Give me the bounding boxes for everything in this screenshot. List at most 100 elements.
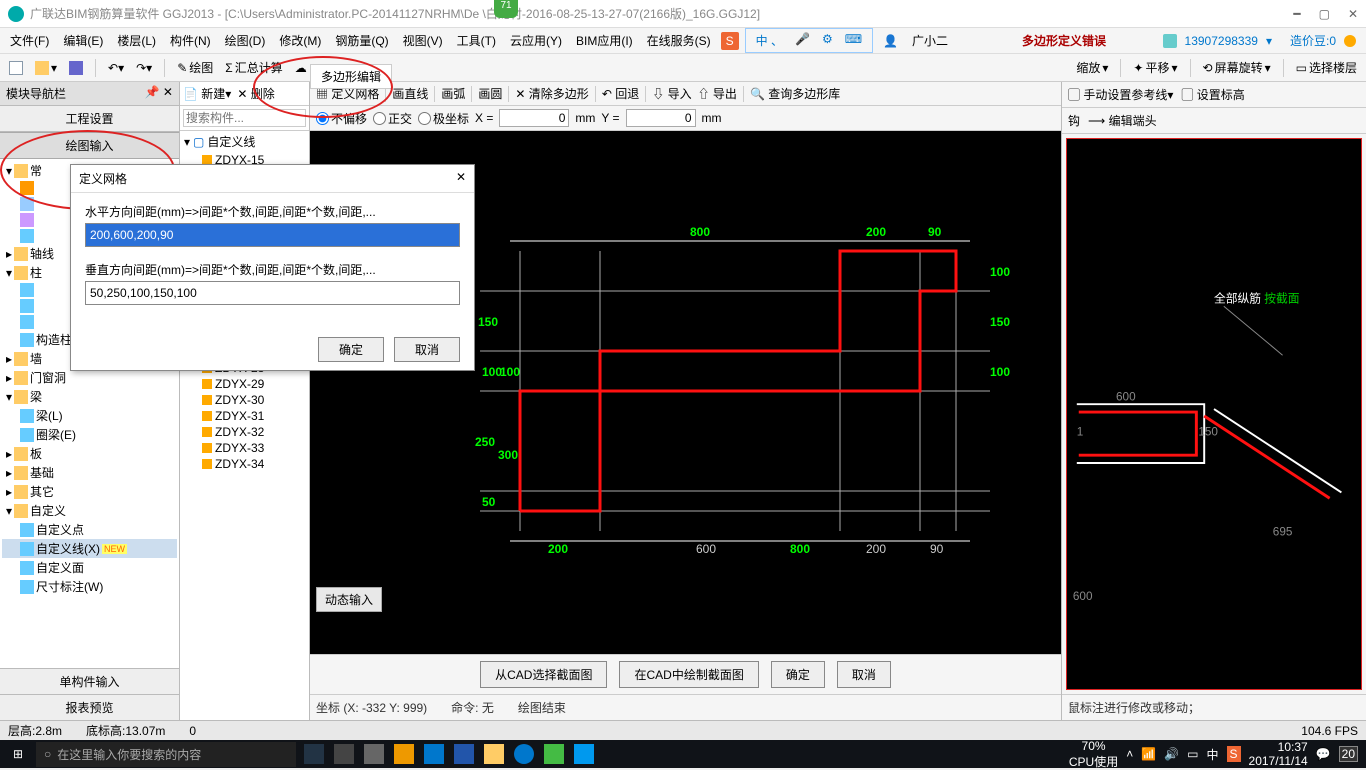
tab-draw-input[interactable]: 绘图输入 [0, 132, 179, 159]
hook-button[interactable]: 钩 [1068, 112, 1080, 129]
draw-button[interactable]: ✎ 绘图 [174, 58, 216, 77]
action-center-icon[interactable]: 💬 [1316, 747, 1331, 761]
rotate-button[interactable]: ⟲ 屏幕旋转▾ [1200, 58, 1274, 77]
menu-edit[interactable]: 编辑(E) [59, 30, 107, 51]
menu-view[interactable]: 视图(V) [399, 30, 447, 51]
list-item: ZDYX-34 [180, 456, 309, 472]
taskbar: ⊞ ○ 在这里输入你要搜索的内容 70% CPU使用 ˄ 📶 🔊 ▭ 中 S 1… [0, 740, 1366, 768]
svg-text:200: 200 [548, 542, 568, 556]
maximize-button[interactable]: ▢ [1319, 7, 1330, 21]
ime-badge-icon: S [721, 32, 739, 50]
task-view-icon[interactable] [304, 744, 324, 764]
taskbar-app-icon[interactable] [334, 744, 354, 764]
manual-ref-button[interactable]: ▢ 手动设置参考线▾ [1068, 86, 1173, 103]
clock-time: 10:37 [1249, 740, 1308, 754]
section-canvas[interactable]: 全部纵筋 按截面 600 150 695 1 600 [1066, 138, 1362, 690]
cad-select-button[interactable]: 从CAD选择截面图 [480, 661, 607, 688]
taskbar-app-icon[interactable] [394, 744, 414, 764]
search-input[interactable] [183, 109, 306, 127]
network-icon[interactable]: 📶 [1141, 747, 1156, 761]
draw-end-readout: 绘图结束 [518, 699, 566, 716]
cloud-button[interactable]: ☁ [292, 60, 310, 76]
draw-circle-button[interactable]: 画圆 [478, 85, 502, 102]
new-component-button[interactable]: 📄 新建▾ [183, 85, 231, 102]
tree-custom-line[interactable]: 自定义线(X)NEW [2, 539, 177, 558]
close-button[interactable]: ✕ [1348, 7, 1358, 21]
svg-text:600: 600 [1116, 390, 1136, 403]
dynamic-input-button[interactable]: 动态输入 [316, 587, 382, 612]
menu-rebar[interactable]: 钢筋量(Q) [331, 30, 392, 51]
menu-modify[interactable]: 修改(M) [275, 30, 325, 51]
svg-text:100: 100 [990, 365, 1010, 379]
taskbar-app-icon[interactable] [364, 744, 384, 764]
tray-icon[interactable]: ▭ [1187, 747, 1198, 761]
back-button[interactable]: ↶ 回退 [602, 85, 639, 102]
y-input[interactable] [626, 109, 696, 127]
volume-icon[interactable]: 🔊 [1164, 747, 1179, 761]
taskbar-app-icon[interactable] [574, 744, 594, 764]
ie-icon[interactable] [514, 744, 534, 764]
set-elev-button[interactable]: ▢ 设置标高 [1181, 86, 1244, 103]
edge-icon[interactable] [424, 744, 444, 764]
undo-button[interactable]: ↶▾ [105, 60, 127, 76]
draw-arc-button[interactable]: 画弧 [441, 85, 465, 102]
menu-floor[interactable]: 楼层(L) [113, 30, 160, 51]
store-icon[interactable] [454, 744, 474, 764]
save-button[interactable] [66, 60, 86, 76]
polar-radio[interactable]: 极坐标 [418, 110, 469, 127]
svg-text:50: 50 [482, 495, 496, 509]
tray-chevron-icon[interactable]: ˄ [1126, 747, 1133, 761]
system-tray[interactable]: 70% CPU使用 ˄ 📶 🔊 ▭ 中 S 10:37 2017/11/14 💬… [1061, 739, 1366, 770]
edit-end-button[interactable]: ⟶ 编辑端头 [1088, 112, 1157, 129]
ok-button[interactable]: 确定 [771, 661, 825, 688]
menu-tools[interactable]: 工具(T) [453, 30, 500, 51]
zoom-button[interactable]: 缩放▾ [1073, 58, 1111, 77]
clear-polygon-button[interactable]: ✕ 清除多边形 [515, 85, 588, 102]
x-input[interactable] [499, 109, 569, 127]
cancel-button[interactable]: 取消 [837, 661, 891, 688]
menu-online[interactable]: 在线服务(S) [643, 30, 715, 51]
ime-bar[interactable]: 中 、🎤⚙⌨ [745, 28, 873, 53]
export-button[interactable]: ⇧ 导出 [698, 85, 737, 102]
menu-bim[interactable]: BIM应用(I) [572, 30, 637, 51]
menu-draw[interactable]: 绘图(D) [221, 30, 270, 51]
taskbar-search[interactable]: ○ 在这里输入你要搜索的内容 [36, 742, 296, 767]
status-zero: 0 [189, 724, 196, 738]
dialog-cancel-button[interactable]: 取消 [394, 337, 460, 362]
import-button[interactable]: ⇩ 导入 [652, 85, 691, 102]
delete-component-button[interactable]: ✕ 删除 [237, 85, 274, 102]
pan-button[interactable]: ✦ 平移▾ [1130, 58, 1180, 77]
status-base-elev: 底标高:13.07m [86, 722, 165, 739]
menu-component[interactable]: 构件(N) [166, 30, 215, 51]
ime-zh-icon[interactable]: 中 [1206, 746, 1218, 763]
tab-project-settings[interactable]: 工程设置 [0, 106, 179, 132]
explorer-icon[interactable] [484, 744, 504, 764]
svg-text:800: 800 [790, 542, 810, 556]
redo-button[interactable]: ↷▾ [133, 60, 155, 76]
start-button[interactable]: ⊞ [0, 747, 36, 761]
nav-pin-icon[interactable]: 📌 ✕ [145, 85, 173, 102]
new-file-button[interactable] [6, 60, 26, 76]
sogou-tray-icon[interactable]: S [1227, 746, 1241, 762]
sum-calc-button[interactable]: Σ 汇总计算 [222, 58, 285, 77]
menu-cloud[interactable]: 云应用(Y) [506, 30, 566, 51]
dialog-close-button[interactable]: ✕ [456, 170, 466, 187]
horiz-input[interactable] [85, 223, 460, 247]
define-grid-dialog: 定义网格 ✕ 水平方向间距(mm)=>间距*个数,间距,间距*个数,间距,...… [70, 164, 475, 371]
select-floor-button[interactable]: ▭ 选择楼层 [1293, 58, 1360, 77]
taskbar-app-icon[interactable] [544, 744, 564, 764]
no-offset-radio[interactable]: 不偏移 [316, 110, 367, 127]
tab-report[interactable]: 报表预览 [0, 694, 179, 720]
minimize-button[interactable]: ━ [1293, 7, 1300, 21]
cad-draw-button[interactable]: 在CAD中绘制截面图 [619, 661, 758, 688]
vert-input[interactable] [85, 281, 460, 305]
query-button[interactable]: 🔍 查询多边形库 [750, 85, 840, 102]
user-id[interactable]: 13907298339 [1181, 32, 1262, 50]
dialog-ok-button[interactable]: 确定 [318, 337, 384, 362]
menu-file[interactable]: 文件(F) [6, 30, 53, 51]
command-readout: 命令: 无 [451, 699, 494, 716]
tab-single-input[interactable]: 单构件输入 [0, 668, 179, 694]
ortho-radio[interactable]: 正交 [373, 110, 412, 127]
open-file-button[interactable]: ▾ [32, 60, 60, 76]
draw-line-button[interactable]: 画直线 [392, 85, 428, 102]
